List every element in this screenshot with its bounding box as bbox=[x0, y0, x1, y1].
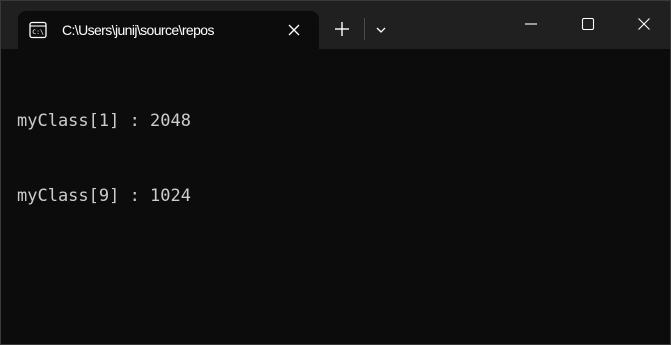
terminal-icon: C:\ bbox=[29, 21, 47, 39]
close-window-button[interactable] bbox=[621, 1, 667, 47]
terminal-window: C:\ C:\Users\junij\source\repos myClass[… bbox=[0, 0, 671, 345]
maximize-button[interactable] bbox=[565, 1, 611, 47]
minimize-button[interactable] bbox=[508, 1, 554, 47]
console-line: myClass[1] : 2048 bbox=[17, 111, 191, 131]
title-bar[interactable]: C:\ C:\Users\junij\source\repos bbox=[1, 1, 670, 49]
console-line: myClass[9] : 1024 bbox=[17, 186, 191, 206]
tab-title: C:\Users\junij\source\repos bbox=[62, 22, 214, 38]
svg-text:C:\: C:\ bbox=[32, 28, 44, 36]
console-output[interactable]: myClass[1] : 2048 myClass[9] : 1024 bbox=[17, 59, 662, 259]
plus-icon[interactable] bbox=[331, 18, 353, 40]
terminal-tab[interactable]: C:\ C:\Users\junij\source\repos bbox=[18, 11, 319, 49]
chevron-down-icon[interactable] bbox=[371, 21, 391, 39]
tab-divider bbox=[364, 18, 365, 40]
close-tab-icon[interactable] bbox=[284, 20, 304, 40]
